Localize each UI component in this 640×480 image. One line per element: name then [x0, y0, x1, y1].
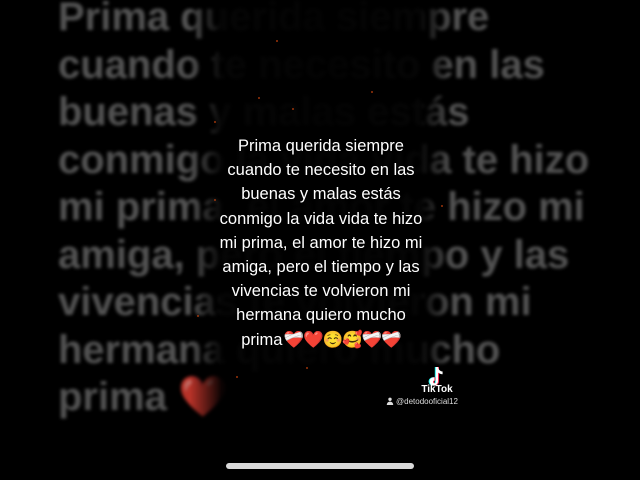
person-icon	[386, 397, 394, 405]
creator-handle: @detodooficial12	[396, 396, 458, 406]
tiktok-note-glyph	[428, 367, 443, 386]
caption-line: buenas y malas estás	[241, 185, 401, 204]
caption-line: cuando te necesito en las	[227, 161, 415, 180]
ember-sparkle	[236, 376, 238, 378]
heart-emoji-icons: ❤️‍🩹❤️☺️🥰❤️‍🩹❤️‍🩹	[283, 330, 401, 349]
caption-last-line: prima❤️‍🩹❤️☺️🥰❤️‍🩹❤️‍🩹	[190, 328, 452, 352]
video-progress-bar[interactable]	[226, 463, 414, 469]
caption-line: vivencias te volvieron mi	[231, 282, 411, 301]
caption-line: mi prima, el amor te hizo mi	[219, 233, 423, 252]
ember-sparkle	[258, 97, 260, 99]
video-frame[interactable]: Prima querida siempre cuando te necesito…	[0, 0, 640, 480]
caption-line: amiga, pero el tiempo y las	[222, 258, 420, 277]
video-caption: Prima querida siempre cuando te necesito…	[190, 134, 452, 352]
caption-line: hermana quiero mucho	[236, 306, 406, 325]
caption-line: Prima querida siempre	[238, 137, 404, 155]
creator-handle-row: @detodooficial12	[386, 395, 458, 407]
tiktok-wordmark: TikTok	[421, 384, 453, 395]
ember-sparkle	[371, 91, 373, 93]
ember-sparkle	[276, 40, 278, 42]
caption-line: prima	[241, 330, 283, 349]
ember-sparkle	[214, 121, 216, 123]
ember-sparkle	[292, 108, 294, 110]
ember-sparkle	[306, 367, 308, 369]
caption-line: conmigo la vida vida te hizo	[219, 209, 423, 228]
